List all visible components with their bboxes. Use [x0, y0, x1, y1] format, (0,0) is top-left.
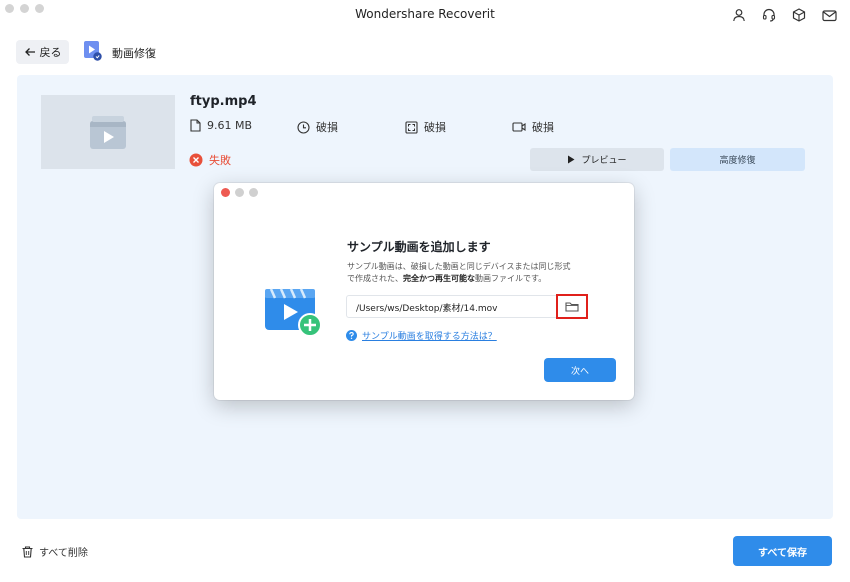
headset-icon[interactable] [761, 7, 777, 23]
save-all-button[interactable]: すべて保存 [733, 536, 832, 566]
file-size: 9.61 MB [190, 119, 252, 132]
file-size-value: 9.61 MB [207, 119, 253, 132]
mail-icon[interactable] [821, 7, 837, 23]
resolution-status: 破損 [405, 119, 446, 135]
repair-status: 失敗 [189, 152, 231, 168]
file-icon [190, 119, 201, 132]
delete-all-button[interactable]: すべて削除 [22, 544, 88, 559]
play-icon [568, 155, 575, 164]
help-link[interactable]: サンプル動画を取得する方法は？ [346, 329, 497, 342]
camera-icon [512, 122, 526, 132]
next-button-label: 次へ [570, 366, 589, 377]
resolution-status-value: 破損 [424, 121, 446, 134]
user-icon[interactable] [731, 7, 747, 23]
dialog-zoom-button[interactable] [249, 188, 258, 197]
delete-all-label: すべて削除 [39, 548, 88, 559]
save-all-label: すべて保存 [758, 547, 807, 559]
window-title: Wondershare Recoverit [355, 7, 495, 21]
help-link-label: サンプル動画を取得する方法は？ [362, 332, 497, 342]
sample-path-field[interactable]: /Users/ws/Desktop/素材/14.mov [346, 295, 588, 318]
dialog-minimize-button[interactable] [235, 188, 244, 197]
add-sample-video-dialog: サンプル動画を追加します サンプル動画は、破損した動画と同じデバイスまたは同じ形… [214, 183, 634, 400]
trash-icon [22, 545, 33, 558]
back-button[interactable]: 戻る [16, 40, 69, 64]
desc-suffix: 動画ファイルです。 [475, 274, 547, 283]
dialog-description-line1: サンプル動画は、破損した動画と同じデバイスまたは同じ形式 [347, 262, 571, 271]
video-thumbnail [41, 95, 175, 169]
advanced-repair-button[interactable]: 高度修復 [670, 148, 805, 171]
dialog-close-button[interactable] [221, 188, 230, 197]
arrow-left-icon [24, 48, 35, 56]
video-repair-icon [84, 41, 102, 61]
dialog-title: サンプル動画を追加します [347, 240, 491, 254]
title-bar: Wondershare Recoverit [0, 0, 850, 30]
repair-status-label: 失敗 [209, 154, 231, 167]
back-button-label: 戻る [39, 46, 62, 59]
file-name: ftyp.mp4 [190, 94, 257, 109]
preview-button[interactable]: プレビュー [530, 148, 664, 171]
desc-emphasis: 完全かつ再生可能な [403, 274, 475, 283]
desc-prefix: で作成された、 [347, 274, 403, 283]
add-video-icon [265, 280, 323, 338]
browse-folder-button[interactable] [556, 294, 588, 319]
page-title: 動画修復 [112, 47, 156, 60]
video-status-value: 破損 [532, 121, 554, 134]
video-file-icon [90, 116, 126, 149]
advanced-repair-label: 高度修復 [719, 156, 756, 166]
next-button[interactable]: 次へ [544, 358, 616, 382]
preview-button-label: プレビュー [581, 156, 627, 166]
dialog-description: サンプル動画は、破損した動画と同じデバイスまたは同じ形式 で作成された、完全かつ… [347, 261, 607, 285]
help-icon [346, 330, 357, 341]
error-icon [189, 153, 203, 167]
duration-status: 破損 [297, 119, 338, 135]
folder-icon [565, 302, 579, 312]
duration-status-value: 破損 [316, 121, 338, 134]
sample-path-value: /Users/ws/Desktop/素材/14.mov [356, 304, 498, 314]
dialog-description-line2: で作成された、完全かつ再生可能な動画ファイルです。 [347, 273, 607, 285]
resolution-icon [405, 120, 418, 134]
clock-icon [297, 120, 310, 134]
video-status: 破損 [512, 119, 554, 135]
box-icon[interactable] [791, 7, 807, 23]
